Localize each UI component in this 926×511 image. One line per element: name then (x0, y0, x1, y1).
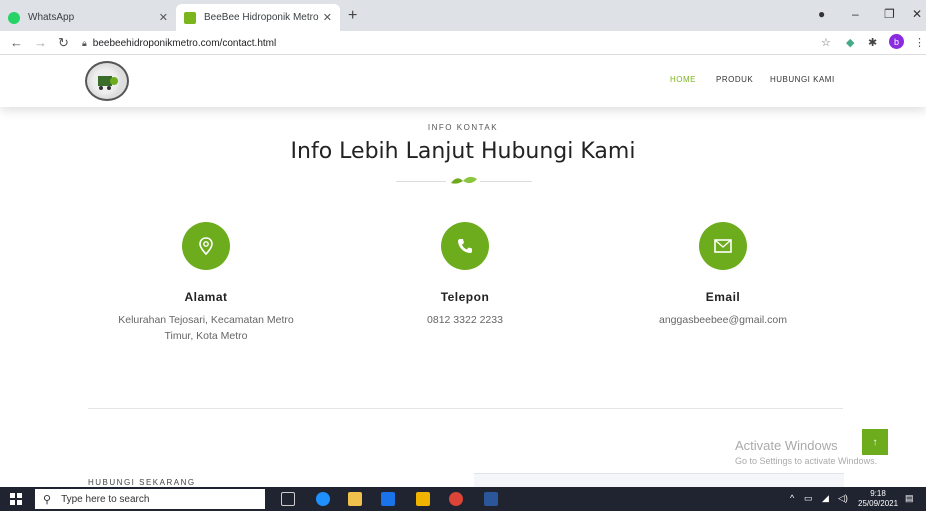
store-icon[interactable] (348, 492, 362, 506)
clock-date: 25/09/2021 (858, 499, 899, 508)
taskbar-search-input[interactable]: ⚲ Type here to search (35, 489, 265, 509)
chrome-account-icon[interactable]: ● (818, 7, 825, 21)
chrome-icon[interactable] (449, 492, 463, 506)
url-field[interactable]: 🔒︎ beebeehidroponikmetro.com/contact.htm… (82, 34, 276, 52)
webpage: HOME PRODUK HUBUNGI KAMI INFO KONTAK Inf… (0, 55, 926, 487)
clock-time: 9:18 (870, 489, 886, 498)
whatsapp-icon (8, 11, 20, 24)
forward-button[interactable]: → (34, 35, 47, 50)
phone-icon (441, 222, 489, 270)
leaf-icon (451, 176, 477, 184)
contact-heading-alamat: Alamat (184, 290, 228, 304)
network-icon[interactable]: ▭ (804, 493, 813, 504)
close-tab-icon[interactable]: ✕ (323, 11, 332, 24)
cta-kicker: HUBUNGI SEKARANG (88, 478, 196, 487)
menu-kebab-icon[interactable]: ⋮ (914, 36, 925, 49)
map-pin-icon (182, 222, 230, 270)
notification-icon[interactable]: ▤ (905, 493, 914, 504)
restore-button[interactable]: ❐ (884, 7, 895, 21)
nav-home[interactable]: HOME (670, 75, 696, 84)
extensions-puzzle-icon[interactable]: ✱ (868, 36, 877, 49)
taskbar-search-placeholder: Type here to search (61, 493, 150, 505)
bookmark-star-icon[interactable]: ☆ (821, 36, 831, 49)
new-tab-button[interactable]: + (348, 7, 357, 25)
contact-form-panel (474, 473, 844, 487)
browser-tab-bar: WhatsApp ✕ BeeBee Hidroponik Metro ✕ + ●… (0, 0, 926, 31)
tray-chevron-icon[interactable]: ^ (790, 493, 794, 503)
minimize-button[interactable]: – (852, 7, 859, 21)
close-tab-icon[interactable]: ✕ (159, 11, 168, 24)
contact-text-telepon[interactable]: 0812 3322 2233 (335, 312, 595, 328)
reload-button[interactable]: ↻ (58, 35, 69, 51)
tab-title: BeeBee Hidroponik Metro (204, 12, 319, 23)
mail-icon[interactable] (381, 492, 395, 506)
activate-windows-subtitle: Go to Settings to activate Windows. (735, 456, 878, 466)
taskbar-clock[interactable]: 9:18 25/09/2021 (858, 489, 898, 509)
file-explorer-icon[interactable] (416, 492, 430, 506)
address-bar: ← → ↻ 🔒︎ beebeehidroponikmetro.com/conta… (0, 31, 926, 55)
contact-heading-email: Email (705, 290, 741, 304)
tab-title: WhatsApp (28, 12, 75, 23)
activate-windows-title: Activate Windows (735, 438, 838, 453)
site-favicon-icon (184, 11, 196, 24)
windows-taskbar: ⚲ Type here to search ^ ▭ ◢ ◁) 9:18 25/0… (0, 487, 926, 511)
logo-emblem-icon (98, 76, 118, 90)
nav-hubungi-kami[interactable]: HUBUNGI KAMI (770, 75, 835, 84)
site-logo[interactable] (85, 61, 129, 101)
word-icon[interactable] (484, 492, 498, 506)
divider-left (396, 181, 446, 182)
close-window-button[interactable]: ✕ (912, 7, 922, 21)
envelope-icon (699, 222, 747, 270)
windows-start-icon[interactable] (10, 493, 22, 505)
contact-heading-telepon: Telepon (440, 290, 490, 304)
divider-right (480, 181, 532, 182)
tab-beebee[interactable]: BeeBee Hidroponik Metro ✕ (176, 4, 340, 31)
site-header: HOME PRODUK HUBUNGI KAMI (0, 55, 926, 107)
search-icon: ⚲ (43, 493, 52, 506)
url-text: beebeehidroponikmetro.com/contact.html (92, 37, 277, 49)
edge-icon[interactable] (316, 492, 330, 506)
nav-produk[interactable]: PRODUK (716, 75, 753, 84)
profile-avatar[interactable]: b (889, 34, 904, 49)
contact-text-alamat-line1: Kelurahan Tejosari, Kecamatan Metro (118, 314, 294, 326)
section-divider (88, 408, 843, 409)
contact-text-alamat-line2: Timur, Kota Metro (164, 330, 248, 342)
task-view-icon[interactable] (281, 492, 295, 506)
tab-whatsapp[interactable]: WhatsApp ✕ (0, 4, 176, 31)
volume-icon[interactable]: ◁) (838, 493, 848, 504)
page-title: Info Lebih Lanjut Hubungi Kami (290, 139, 636, 164)
back-button[interactable]: ← (10, 35, 23, 50)
contact-text-email[interactable]: anggasbeebee@gmail.com (593, 312, 853, 328)
section-kicker: INFO KONTAK (427, 123, 499, 132)
lock-icon: 🔒︎ (82, 37, 87, 48)
wifi-icon[interactable]: ◢ (822, 493, 829, 504)
back-to-top-button[interactable]: ↑ (862, 429, 888, 455)
extension-icon[interactable]: ◆ (846, 36, 854, 49)
